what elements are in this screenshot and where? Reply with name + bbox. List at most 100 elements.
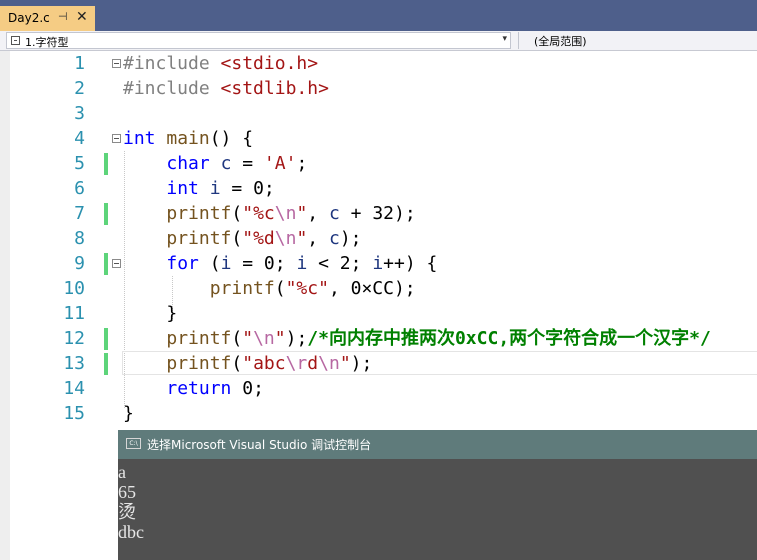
console-output-line: 65 — [118, 482, 136, 502]
code-line-9: for (i = 0; i < 2; i++) { — [166, 253, 438, 274]
string-literal: "abc — [242, 353, 286, 374]
change-bar — [104, 153, 108, 175]
function-name: printf — [166, 328, 232, 349]
console-title-bar[interactable]: C:\ 选择Microsoft Visual Studio 调试控制台 — [118, 430, 757, 459]
string-literal: "%c" — [285, 278, 329, 299]
change-bar — [104, 203, 108, 225]
collapse-icon[interactable] — [112, 134, 121, 143]
line-number: 9 — [74, 253, 85, 274]
preprocessor-directive: #include — [123, 78, 221, 99]
string-literal: "%d — [242, 228, 275, 249]
code-line-6: int i = 0; — [123, 176, 275, 201]
code-text: + 32); — [339, 203, 416, 224]
code-text: ); — [339, 228, 362, 249]
header-name: <stdio.h> — [220, 53, 319, 74]
string-literal: "%c — [242, 203, 275, 224]
escape-sequence: \r — [285, 353, 308, 374]
close-icon[interactable]: ✕ — [76, 9, 88, 25]
change-bar — [104, 253, 108, 275]
console-output-line: dbc — [118, 522, 144, 542]
escape-sequence: \n — [274, 203, 297, 224]
console-app-icon: C:\ — [126, 438, 141, 449]
line-number: 13 — [63, 353, 85, 374]
function-name: printf — [166, 353, 232, 374]
global-scope-dropdown[interactable]: (全局范围) — [518, 32, 757, 49]
line-number: 4 — [74, 128, 85, 149]
function-name: printf — [209, 278, 275, 299]
char-literal: 'A' — [263, 153, 297, 174]
collapse-icon[interactable] — [112, 259, 121, 268]
code-line-11: } — [123, 301, 177, 326]
line-number: 12 — [63, 328, 85, 349]
code-line-14: return 0; — [123, 376, 264, 401]
pin-icon[interactable]: ⊣ — [58, 10, 68, 23]
code-line-1: #include <stdio.h> — [123, 51, 318, 76]
escape-sequence: \n — [318, 353, 340, 374]
variable: c — [328, 228, 340, 249]
debug-console-window[interactable]: C:\ 选择Microsoft Visual Studio 调试控制台 a 65… — [118, 430, 757, 560]
code-text: = 0; — [220, 178, 275, 199]
code-text: = — [231, 153, 264, 174]
line-number: 8 — [74, 228, 85, 249]
variable: c — [220, 153, 232, 174]
function-name: printf — [166, 203, 232, 224]
project-scope-label: 1.字符型 — [25, 36, 69, 49]
console-title: 选择Microsoft Visual Studio 调试控制台 — [147, 438, 372, 452]
code-line-15: } — [123, 401, 134, 426]
code-line-4: int main() { — [123, 126, 253, 151]
variable: i — [372, 253, 384, 274]
variable: c — [328, 203, 340, 224]
code-line-5: char c = 'A'; — [123, 151, 307, 176]
escape-sequence: \n — [274, 228, 297, 249]
escape-sequence: \n — [253, 328, 275, 349]
document-tab[interactable]: Day2.c ⊣ ✕ — [0, 6, 95, 31]
line-number: 11 — [63, 303, 85, 324]
code-text: } — [166, 303, 178, 324]
code-line-10: printf("%c", 0×CC); — [209, 278, 416, 299]
change-bar — [104, 328, 108, 350]
function-name: main — [166, 128, 210, 149]
line-number: 7 — [74, 203, 85, 224]
project-scope-dropdown[interactable]: 1.字符型 ▾ — [6, 32, 511, 49]
chevron-down-icon[interactable]: ▾ — [502, 34, 507, 44]
console-output-line: 烫 — [118, 502, 136, 522]
line-number: 5 — [74, 153, 85, 174]
string-literal: " — [242, 328, 254, 349]
code-text: () { — [209, 128, 254, 149]
console-output-line: a — [118, 462, 126, 482]
header-name: <stdlib.h> — [220, 78, 329, 99]
line-number: 2 — [74, 78, 85, 99]
line-number: 3 — [74, 103, 85, 124]
variable: i — [220, 253, 232, 274]
code-text: ; — [296, 153, 308, 174]
global-scope-label: (全局范围) — [534, 35, 587, 48]
tab-title: Day2.c — [8, 11, 50, 25]
collapse-icon[interactable] — [112, 59, 121, 68]
document-tab-strip: Day2.c ⊣ ✕ — [0, 0, 757, 31]
code-text: , 0×CC); — [328, 278, 416, 299]
keyword: int — [123, 128, 156, 149]
code-text: } — [123, 403, 134, 424]
keyword: for — [166, 253, 199, 274]
code-line-13: printf("abc\rd\n"); — [166, 353, 373, 374]
keyword: char — [166, 153, 210, 174]
code-line-2: #include <stdlib.h> — [123, 76, 329, 101]
variable: i — [209, 178, 221, 199]
variable: i — [296, 253, 308, 274]
code-line-12: printf("\n");/*向内存中推两次0xCC,两个字符合成一个汉字*/ — [166, 328, 711, 349]
navigation-bar: 1.字符型 ▾ (全局范围) — [0, 31, 757, 51]
line-number: 10 — [63, 278, 85, 299]
change-bar — [104, 353, 108, 375]
line-number: 15 — [63, 403, 85, 424]
line-number: 1 — [74, 53, 85, 74]
selection-margin — [0, 51, 10, 560]
code-text: 0; — [231, 378, 264, 399]
line-number: 14 — [63, 378, 85, 399]
keyword: return — [166, 378, 232, 399]
keyword: int — [166, 178, 199, 199]
code-line-7: printf("%c\n", c + 32); — [166, 203, 416, 224]
function-name: printf — [166, 228, 232, 249]
project-icon — [11, 36, 20, 45]
code-line-8: printf("%d\n", c); — [166, 228, 362, 249]
preprocessor-directive: #include — [123, 53, 221, 74]
